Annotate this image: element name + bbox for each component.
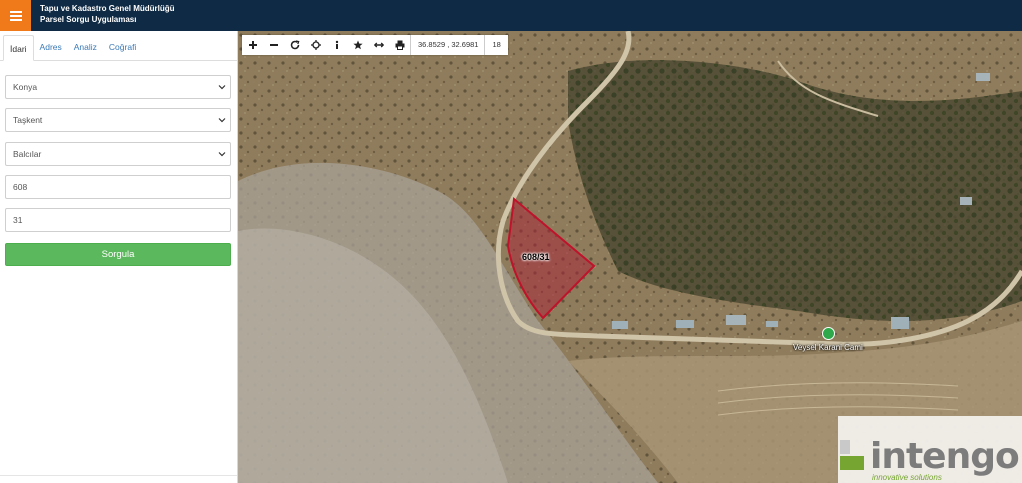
- locate-icon: [310, 40, 321, 50]
- zoom-in-button[interactable]: [242, 35, 263, 55]
- chevron-down-icon: [218, 118, 226, 123]
- print-icon: [395, 40, 404, 50]
- tab-cografi[interactable]: Coğrafi: [103, 34, 142, 60]
- block-input-value: 608: [13, 182, 28, 192]
- bookmark-icon: [352, 40, 363, 50]
- intengo-logo-icon: [840, 440, 864, 470]
- coordinate-readout: 36.8529 , 32.6981: [410, 35, 484, 55]
- tab-analiz[interactable]: Analiz: [68, 34, 103, 60]
- measure-icon: [373, 42, 384, 48]
- bookmark-button[interactable]: [347, 35, 368, 55]
- watermark-tagline: innovative solutions: [872, 473, 942, 482]
- app-title-line1: Tapu ve Kadastro Genel Müdürlüğü: [40, 4, 175, 13]
- info-icon: [335, 40, 338, 49]
- top-bar: Tapu ve Kadastro Genel Müdürlüğü Parsel …: [0, 0, 1022, 31]
- locate-button[interactable]: [305, 35, 326, 55]
- map-toolbar: 36.8529 , 32.6981 18: [242, 35, 508, 55]
- map-view[interactable]: 36.8529 , 32.6981 18 608/31 Veysel Karan…: [238, 31, 1022, 483]
- chevron-down-icon: [218, 85, 226, 90]
- watermark-brand: intengo: [870, 436, 1020, 477]
- mosque-marker-icon[interactable]: [822, 327, 835, 340]
- refresh-button[interactable]: [284, 35, 305, 55]
- province-select-value: Konya: [13, 82, 38, 92]
- parcel-input[interactable]: 31: [5, 208, 231, 232]
- app-title-line2: Parsel Sorgu Uygulaması: [40, 15, 137, 24]
- province-select[interactable]: Konya: [5, 75, 231, 99]
- chevron-down-icon: [218, 152, 226, 157]
- neighborhood-select[interactable]: Balcılar: [5, 142, 231, 166]
- tab-adres[interactable]: Adres: [34, 34, 68, 60]
- parcel-label: 608/31: [522, 252, 550, 262]
- refresh-icon: [290, 40, 299, 50]
- zoom-in-icon: [248, 41, 257, 49]
- watermark: intengo innovative solutions: [838, 416, 1022, 483]
- print-button[interactable]: [389, 35, 410, 55]
- sidebar: İdari Adres Analiz Coğrafi Konya Taşkent…: [0, 31, 238, 483]
- measure-button[interactable]: [368, 35, 389, 55]
- zoom-level: 18: [484, 35, 507, 55]
- menu-button[interactable]: [0, 0, 31, 31]
- neighborhood-select-value: Balcılar: [13, 149, 42, 159]
- zoom-out-button[interactable]: [263, 35, 284, 55]
- query-button[interactable]: Sorgula: [5, 243, 231, 266]
- sidebar-tabs: İdari Adres Analiz Coğrafi: [0, 31, 237, 61]
- poi-label: Veysel Karani Cami: [793, 343, 863, 352]
- sidebar-footer: [0, 475, 237, 483]
- tab-idari[interactable]: İdari: [3, 35, 34, 61]
- zoom-out-icon: [269, 44, 278, 46]
- district-select-value: Taşkent: [13, 115, 43, 125]
- parcel-input-value: 31: [13, 215, 23, 225]
- info-button[interactable]: [326, 35, 347, 55]
- app-title: Tapu ve Kadastro Genel Müdürlüğü Parsel …: [40, 3, 175, 25]
- block-input[interactable]: 608: [5, 175, 231, 199]
- district-select[interactable]: Taşkent: [5, 108, 231, 132]
- hamburger-icon: [9, 10, 22, 21]
